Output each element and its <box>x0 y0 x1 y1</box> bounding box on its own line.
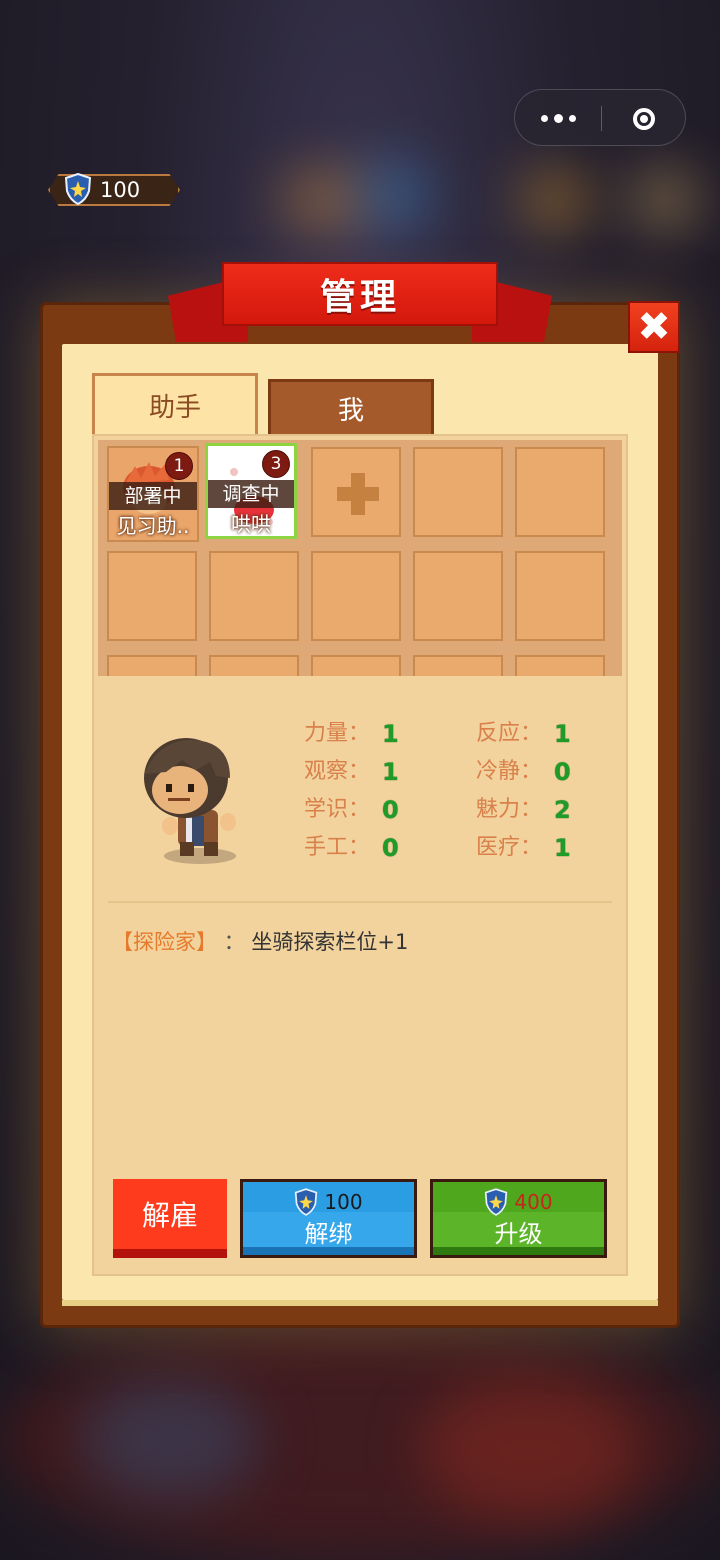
unbind-cost-value: 100 <box>324 1190 363 1214</box>
assistant-name: 见习助.. <box>116 514 190 538</box>
stat-value: 0 <box>382 834 399 862</box>
stat-value: 1 <box>554 720 571 748</box>
miniprogram-capsule <box>514 89 686 146</box>
stat-crafting: 手工： 0 <box>304 830 399 866</box>
title-ribbon: 管理 <box>222 262 498 326</box>
stat-reaction: 反应： 1 <box>476 716 571 752</box>
tab-me[interactable]: 我 <box>268 379 434 435</box>
empty-slot[interactable] <box>413 447 503 537</box>
stat-label: 医疗： <box>476 835 543 860</box>
close-button[interactable]: ✖ <box>628 301 680 353</box>
upgrade-button-label: 升级 <box>494 1220 543 1248</box>
shield-star-icon <box>485 1188 508 1216</box>
empty-slot[interactable] <box>107 655 197 676</box>
add-assistant-slot[interactable] <box>311 447 401 537</box>
trait-tag: 【探险家】 <box>112 930 217 954</box>
stat-label: 魅力： <box>476 797 543 822</box>
currency-value: 100 <box>100 178 141 202</box>
empty-slot[interactable] <box>311 655 401 676</box>
empty-slot[interactable] <box>311 551 401 641</box>
empty-slot[interactable] <box>515 447 605 537</box>
stat-strength: 力量： 1 <box>304 716 399 752</box>
panel-title: 管理 <box>319 277 400 318</box>
more-dots-icon[interactable] <box>515 90 601 147</box>
unbind-button-label: 解绑 <box>304 1220 353 1248</box>
panel-bottom-edge <box>62 1300 658 1306</box>
stat-label: 力量： <box>304 721 371 746</box>
stat-value: 0 <box>554 758 571 786</box>
fire-button-label: 解雇 <box>141 1199 198 1232</box>
fire-button[interactable]: 解雇 <box>113 1179 227 1258</box>
level-badge: 3 <box>262 450 290 478</box>
assistant-slot[interactable]: 1 部署中 见习助.. <box>107 446 199 542</box>
stat-observation: 观察： 1 <box>304 754 399 790</box>
stat-value: 1 <box>554 834 571 862</box>
stat-label: 冷静： <box>476 759 543 784</box>
empty-slot[interactable] <box>515 655 605 676</box>
stat-charm: 魅力： 2 <box>476 792 571 828</box>
trait-description: 坐骑探索栏位+1 <box>251 930 409 954</box>
status-label: 调查中 <box>208 480 294 508</box>
upgrade-cost-value: 400 <box>514 1190 553 1214</box>
empty-slot[interactable] <box>209 551 299 641</box>
tab-assistant[interactable]: 助手 <box>92 373 258 435</box>
shield-star-icon <box>295 1188 318 1216</box>
trait-line: 【探险家】 ： 坐骑探索栏位+1 <box>112 924 408 960</box>
empty-slot[interactable] <box>209 655 299 676</box>
character-avatar <box>144 738 236 864</box>
stat-medical: 医疗： 1 <box>476 830 571 866</box>
status-label: 部署中 <box>109 482 197 510</box>
empty-slot[interactable] <box>413 551 503 641</box>
assistant-name: 哄哄 <box>231 512 271 536</box>
stat-value: 1 <box>382 720 399 748</box>
target-close-icon[interactable] <box>601 90 687 147</box>
stat-label: 手工： <box>304 835 371 860</box>
unbind-button[interactable]: 100 解绑 <box>240 1179 417 1258</box>
tab-label: 助手 <box>148 393 201 423</box>
stat-value: 0 <box>382 796 399 824</box>
trait-separator: ： <box>223 930 245 954</box>
empty-slot[interactable] <box>515 551 605 641</box>
section-divider <box>108 901 612 903</box>
assistant-slot-selected[interactable]: 3 调查中 哄哄 <box>205 443 297 539</box>
shield-star-icon <box>64 173 92 205</box>
empty-slot[interactable] <box>413 655 503 676</box>
unbind-cost: 100 <box>243 1186 414 1218</box>
tab-label: 我 <box>337 396 364 426</box>
stat-label: 反应： <box>476 721 543 746</box>
stat-value: 1 <box>382 758 399 786</box>
stat-label: 学识： <box>304 797 371 822</box>
close-icon: ✖ <box>637 304 671 350</box>
level-badge: 1 <box>165 452 193 480</box>
upgrade-cost: 400 <box>433 1186 604 1218</box>
upgrade-button[interactable]: 400 升级 <box>430 1179 607 1258</box>
stat-label: 观察： <box>304 759 371 784</box>
stat-calm: 冷静： 0 <box>476 754 571 790</box>
empty-slot[interactable] <box>107 551 197 641</box>
stat-value: 2 <box>554 796 571 824</box>
stat-knowledge: 学识： 0 <box>304 792 399 828</box>
